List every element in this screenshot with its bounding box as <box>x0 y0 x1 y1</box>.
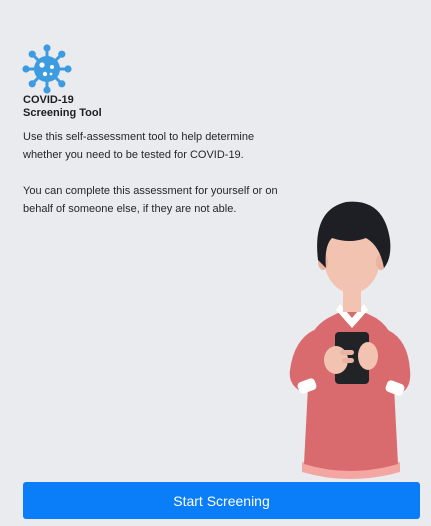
description-paragraph-1: Use this self-assessment tool to help de… <box>23 131 255 161</box>
person-with-phone-illustration <box>289 201 411 479</box>
description-paragraph-2: You can complete this assessment for you… <box>23 185 278 215</box>
app-title-line2: Screening Tool <box>23 107 102 119</box>
start-screening-button[interactable]: Start Screening <box>23 482 420 519</box>
virus-icon <box>22 44 72 94</box>
screening-intro-page: COVID-19 Screening Tool Use this self-as… <box>0 0 431 526</box>
app-title: COVID-19 Screening Tool <box>23 94 102 120</box>
description: Use this self-assessment tool to help de… <box>23 128 293 236</box>
app-title-line1: COVID-19 <box>23 94 74 106</box>
